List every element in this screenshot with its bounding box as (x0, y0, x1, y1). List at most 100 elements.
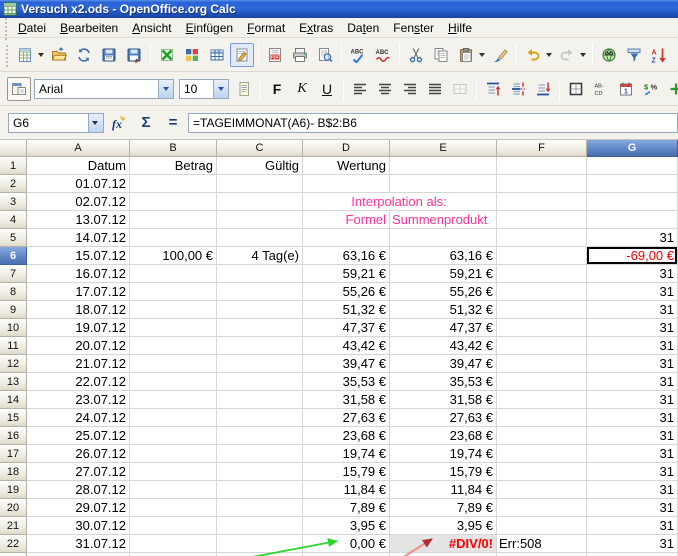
cell-D10[interactable]: 47,37 € (303, 319, 390, 337)
export-pdf-button[interactable]: PDF (263, 43, 287, 67)
cell-A10[interactable]: 19.07.12 (27, 319, 130, 337)
row-header-15[interactable]: 15 (0, 409, 27, 427)
cell-B18[interactable] (130, 463, 217, 481)
row-header-11[interactable]: 11 (0, 337, 27, 355)
cell-D17[interactable]: 19,74 € (303, 445, 390, 463)
cell-E10[interactable]: 47,37 € (390, 319, 497, 337)
cell-F17[interactable] (497, 445, 587, 463)
cell-E6[interactable]: 63,16 € (390, 247, 497, 265)
row-header-18[interactable]: 18 (0, 463, 27, 481)
cell-C12[interactable] (217, 355, 303, 373)
cell-F7[interactable] (497, 265, 587, 283)
cell-A9[interactable]: 18.07.12 (27, 301, 130, 319)
cell-D13[interactable]: 35,53 € (303, 373, 390, 391)
reload-button[interactable] (72, 43, 96, 67)
cell-C10[interactable] (217, 319, 303, 337)
cut-button[interactable] (404, 43, 428, 67)
cell-A17[interactable]: 26.07.12 (27, 445, 130, 463)
borders-button[interactable] (564, 77, 588, 101)
cell-G4[interactable] (587, 211, 678, 229)
paste-dropdown-caret-icon[interactable] (479, 53, 485, 57)
cell-G1[interactable] (587, 157, 678, 175)
cell-B3[interactable] (130, 193, 217, 211)
function-wizard-button[interactable]: fx (107, 111, 131, 135)
align-bottom-button[interactable] (531, 77, 555, 101)
cell-F20[interactable] (497, 499, 587, 517)
cell-G11[interactable]: 31 (587, 337, 678, 355)
new-spreadsheet-button[interactable] (13, 43, 37, 67)
menu-datei[interactable]: Datei (11, 19, 53, 37)
cell-B22[interactable] (130, 535, 217, 553)
cell-C15[interactable] (217, 409, 303, 427)
cell-A7[interactable]: 16.07.12 (27, 265, 130, 283)
cell-F11[interactable] (497, 337, 587, 355)
row-header-16[interactable]: 16 (0, 427, 27, 445)
row-header-22[interactable]: 22 (0, 535, 27, 553)
column-header-A[interactable]: A (27, 140, 130, 157)
cell-F9[interactable] (497, 301, 587, 319)
cell-E22[interactable]: #DIV/0! (390, 535, 497, 553)
menu-ansicht[interactable]: Ansicht (125, 19, 178, 37)
menu-hilfe[interactable]: Hilfe (441, 19, 479, 37)
name-box[interactable]: G6 (8, 113, 104, 133)
cell-B10[interactable] (130, 319, 217, 337)
cell-C3[interactable] (217, 193, 303, 211)
cell-F3[interactable] (497, 193, 587, 211)
save-button[interactable] (97, 43, 121, 67)
cell-C8[interactable] (217, 283, 303, 301)
cell-D6[interactable]: 63,16 € (303, 247, 390, 265)
cell-B16[interactable] (130, 427, 217, 445)
cell-F2[interactable] (497, 175, 587, 193)
cell-B1[interactable]: Betrag (130, 157, 217, 175)
row-header-14[interactable]: 14 (0, 391, 27, 409)
cell-F19[interactable] (497, 481, 587, 499)
sum-button[interactable]: Σ (134, 111, 158, 135)
cell-B7[interactable] (130, 265, 217, 283)
cell-E8[interactable]: 55,26 € (390, 283, 497, 301)
add-decimal-button[interactable] (664, 77, 678, 101)
font-name-dropdown-button[interactable] (158, 80, 173, 98)
close-document-button[interactable] (155, 43, 179, 67)
align-justify-button[interactable] (423, 77, 447, 101)
row-header-13[interactable]: 13 (0, 373, 27, 391)
cell-F4[interactable] (497, 211, 587, 229)
cell-G16[interactable]: 31 (587, 427, 678, 445)
format-currency-button[interactable]: $% (639, 77, 663, 101)
cell-D20[interactable]: 7,89 € (303, 499, 390, 517)
cell-A14[interactable]: 23.07.12 (27, 391, 130, 409)
cell-B5[interactable] (130, 229, 217, 247)
cell-D4[interactable]: Formel (303, 211, 390, 229)
menu-fenster[interactable]: Fenster (386, 19, 441, 37)
save-as-button[interactable] (122, 43, 146, 67)
cell-C1[interactable]: Gültig (217, 157, 303, 175)
align-right-button[interactable] (398, 77, 422, 101)
cell-F12[interactable] (497, 355, 587, 373)
equals-function-button[interactable]: = (161, 111, 185, 135)
cell-F22[interactable]: Err:508 (497, 535, 587, 553)
cell-E14[interactable]: 31,58 € (390, 391, 497, 409)
cell-A4[interactable]: 13.07.12 (27, 211, 130, 229)
cell-F8[interactable] (497, 283, 587, 301)
cell-G3[interactable] (587, 193, 678, 211)
toolbar-grip[interactable] (3, 16, 9, 40)
cell-A8[interactable]: 17.07.12 (27, 283, 130, 301)
menu-daten[interactable]: Daten (340, 19, 386, 37)
cell-E20[interactable]: 7,89 € (390, 499, 497, 517)
cell-G18[interactable]: 31 (587, 463, 678, 481)
cell-D19[interactable]: 11,84 € (303, 481, 390, 499)
column-header-G[interactable]: G (587, 140, 678, 157)
merge-cells-button[interactable] (448, 77, 472, 101)
cell-B19[interactable] (130, 481, 217, 499)
cell-C4[interactable] (217, 211, 303, 229)
cell-A2[interactable]: 01.07.12 (27, 175, 130, 193)
cell-G19[interactable]: 31 (587, 481, 678, 499)
cell-E19[interactable]: 11,84 € (390, 481, 497, 499)
cell-C2[interactable] (217, 175, 303, 193)
cell-G6[interactable]: -69,00 € (587, 247, 678, 265)
cell-F21[interactable] (497, 517, 587, 535)
cell-E2[interactable] (390, 175, 497, 193)
cell-E1[interactable] (390, 157, 497, 175)
page-preview-button[interactable] (313, 43, 337, 67)
format-date-button[interactable]: 1 (614, 77, 638, 101)
cell-G20[interactable]: 31 (587, 499, 678, 517)
